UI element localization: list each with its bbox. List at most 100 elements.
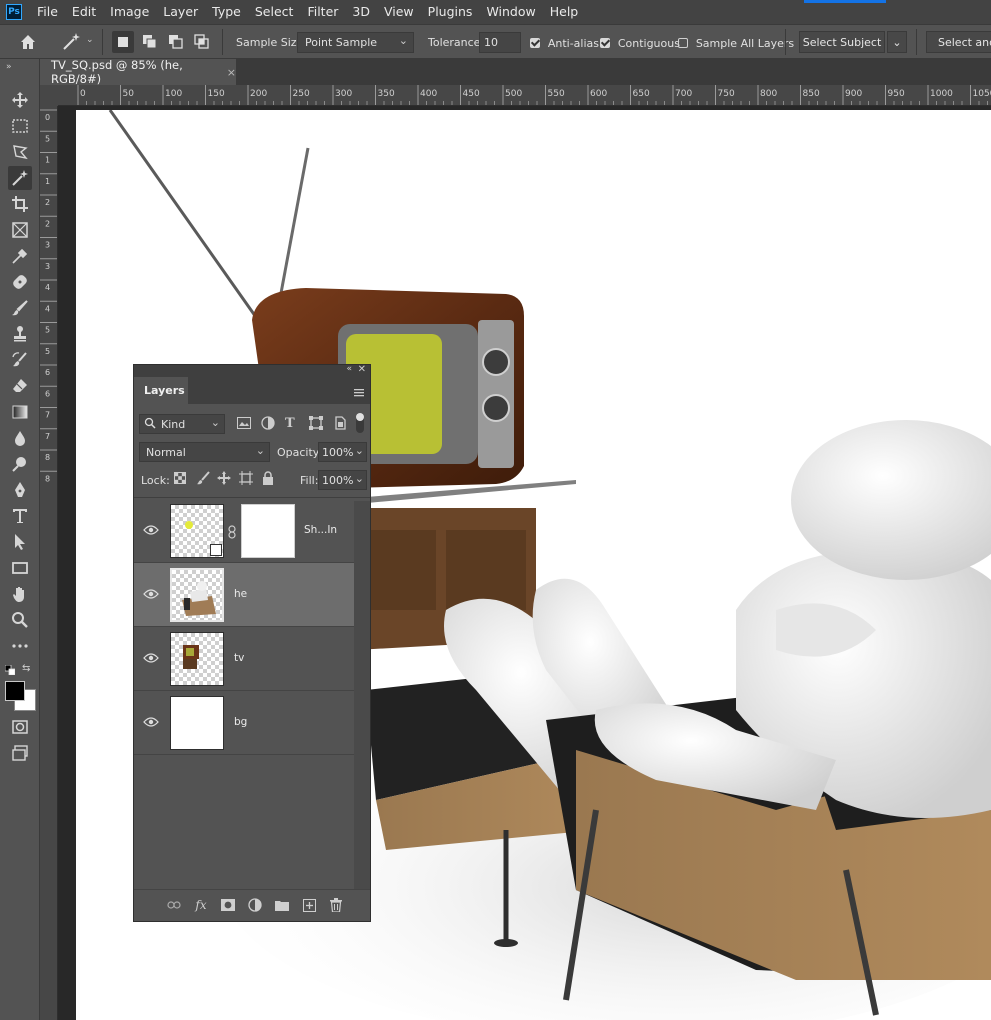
- fill-input[interactable]: 100% ⌄: [318, 470, 367, 490]
- collapse-panel-icon[interactable]: «: [346, 364, 352, 374]
- chevron-down-icon[interactable]: ⌄: [86, 35, 94, 45]
- more-tools-icon[interactable]: [8, 634, 32, 658]
- eye-icon[interactable]: [143, 716, 159, 728]
- eye-icon[interactable]: [143, 588, 159, 600]
- brush-tool-icon[interactable]: [8, 296, 32, 320]
- menu-edit[interactable]: Edit: [65, 0, 103, 24]
- document-tab[interactable]: TV_SQ.psd @ 85% (he, RGB/8#) ×: [40, 58, 236, 86]
- dodge-tool-icon[interactable]: [8, 452, 32, 476]
- lock-all-icon[interactable]: [262, 471, 274, 488]
- layer-style-button[interactable]: fx: [194, 898, 208, 912]
- filter-type-icon[interactable]: T: [285, 416, 295, 431]
- filter-toggle[interactable]: [356, 413, 364, 433]
- filter-shape-icon[interactable]: [309, 416, 323, 433]
- layer-row[interactable]: bg: [134, 691, 354, 755]
- layer-mask-thumbnail[interactable]: [241, 504, 295, 558]
- eye-icon[interactable]: [143, 652, 159, 664]
- horizontal-ruler[interactable]: 0 50 100 150 200 250 300 350 400 450 500 550 600 650 7…: [58, 85, 991, 106]
- menu-filter[interactable]: Filter: [300, 0, 345, 24]
- path-selection-tool-icon[interactable]: [8, 530, 32, 554]
- menu-view[interactable]: View: [377, 0, 421, 24]
- select-subject-button[interactable]: Select Subject: [799, 31, 885, 53]
- select-subject-dropdown[interactable]: ⌄: [887, 31, 907, 53]
- subtract-from-selection-icon[interactable]: [165, 31, 187, 53]
- vertical-ruler[interactable]: 0 5 1 1 2 2 3 3 4 4 5 5 6 6 7 7 8 8: [40, 106, 58, 1020]
- adjustment-layer-icon[interactable]: [248, 898, 262, 912]
- tab-layers[interactable]: Layers: [134, 377, 188, 404]
- layers-list-empty-area[interactable]: [134, 755, 354, 889]
- eye-icon[interactable]: [143, 524, 159, 536]
- add-mask-icon[interactable]: [221, 898, 235, 912]
- pen-tool-icon[interactable]: [8, 478, 32, 502]
- layer-row[interactable]: tv: [134, 627, 354, 691]
- menu-select[interactable]: Select: [248, 0, 301, 24]
- add-to-selection-icon[interactable]: [139, 31, 161, 53]
- collapse-toolbar-icon[interactable]: »: [6, 62, 12, 72]
- menu-plugins[interactable]: Plugins: [421, 0, 480, 24]
- screen-mode-icon[interactable]: [8, 741, 32, 765]
- lock-transparent-pixels-icon[interactable]: [174, 472, 186, 487]
- link-icon[interactable]: [228, 525, 236, 542]
- default-colors-icon[interactable]: [4, 664, 16, 678]
- zoom-tool-icon[interactable]: [8, 608, 32, 632]
- panel-menu-icon[interactable]: [354, 386, 364, 397]
- healing-brush-tool-icon[interactable]: [8, 270, 32, 294]
- trash-icon[interactable]: [329, 898, 343, 912]
- lock-position-icon[interactable]: [217, 471, 231, 488]
- menu-image[interactable]: Image: [103, 0, 156, 24]
- intersect-selection-icon[interactable]: [191, 31, 213, 53]
- type-tool-icon[interactable]: [8, 504, 32, 528]
- marquee-tool-icon[interactable]: [8, 114, 32, 138]
- history-brush-tool-icon[interactable]: [8, 348, 32, 372]
- chevron-down-icon: ⌄: [210, 416, 220, 429]
- filter-adjustment-icon[interactable]: [261, 416, 275, 433]
- move-tool-icon[interactable]: [8, 88, 32, 112]
- ruler-label: 800: [760, 89, 777, 99]
- menu-file[interactable]: File: [30, 0, 65, 24]
- eraser-tool-icon[interactable]: [8, 374, 32, 398]
- sample-all-layers-checkbox[interactable]: Sample All Layers: [678, 36, 794, 50]
- crop-tool-icon[interactable]: [8, 192, 32, 216]
- close-icon[interactable]: ×: [227, 66, 236, 79]
- layer-row[interactable]: he: [134, 563, 354, 627]
- home-icon[interactable]: [18, 32, 38, 52]
- gradient-tool-icon[interactable]: [8, 400, 32, 424]
- menu-type[interactable]: Type: [205, 0, 248, 24]
- tolerance-input[interactable]: 10: [479, 32, 521, 53]
- blend-mode-select[interactable]: Normal ⌄: [139, 442, 270, 462]
- hand-tool-icon[interactable]: [8, 582, 32, 606]
- rectangle-tool-icon[interactable]: [8, 556, 32, 580]
- new-group-icon[interactable]: [275, 898, 289, 912]
- lock-artboard-icon[interactable]: [239, 471, 253, 488]
- magic-wand-tool-icon[interactable]: [60, 31, 82, 53]
- magic-wand-tool-icon[interactable]: [8, 166, 32, 190]
- sample-size-select[interactable]: Point Sample ⌄: [297, 32, 414, 53]
- swap-colors-icon[interactable]: ⇆: [22, 663, 30, 674]
- menu-3d[interactable]: 3D: [345, 0, 377, 24]
- select-and-mask-button[interactable]: Select and M: [926, 31, 991, 53]
- contiguous-checkbox[interactable]: Contiguous: [600, 36, 680, 50]
- layer-filter-select[interactable]: Kind ⌄: [139, 414, 225, 434]
- layers-scrollbar[interactable]: [354, 501, 370, 889]
- frame-tool-icon[interactable]: [8, 218, 32, 242]
- filter-pixel-icon[interactable]: [237, 417, 251, 432]
- blur-tool-icon[interactable]: [8, 426, 32, 450]
- link-layers-icon[interactable]: [167, 898, 181, 912]
- ruler-label: 100: [165, 89, 182, 99]
- layer-row[interactable]: Sh...In: [134, 499, 354, 563]
- menu-window[interactable]: Window: [479, 0, 542, 24]
- filter-smart-object-icon[interactable]: [333, 416, 347, 433]
- opacity-input[interactable]: 100% ⌄: [318, 442, 367, 462]
- menu-help[interactable]: Help: [543, 0, 586, 24]
- foreground-color-swatch[interactable]: [5, 681, 25, 701]
- new-selection-icon[interactable]: [112, 31, 134, 53]
- quick-mask-icon[interactable]: [8, 715, 32, 739]
- new-layer-icon[interactable]: [302, 898, 316, 912]
- menu-layer[interactable]: Layer: [156, 0, 205, 24]
- close-icon[interactable]: ✕: [358, 364, 366, 375]
- anti-alias-checkbox[interactable]: Anti-alias: [530, 36, 599, 50]
- lasso-tool-icon[interactable]: [8, 140, 32, 164]
- eyedropper-tool-icon[interactable]: [8, 244, 32, 268]
- lock-image-pixels-icon[interactable]: [196, 471, 210, 488]
- clone-stamp-tool-icon[interactable]: [8, 322, 32, 346]
